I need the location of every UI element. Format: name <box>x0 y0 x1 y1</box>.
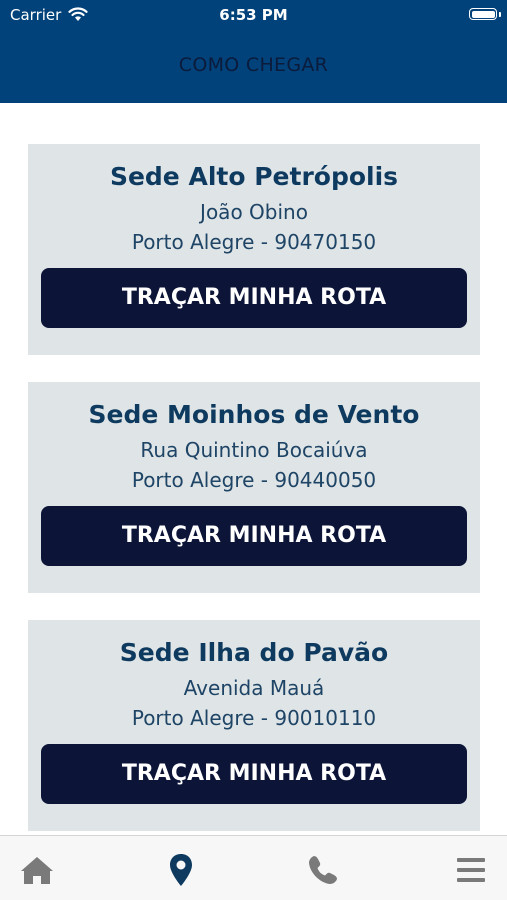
menu-icon <box>457 858 485 882</box>
route-button[interactable]: TRAÇAR MINHA ROTA <box>41 268 467 328</box>
battery-icon <box>469 8 497 20</box>
map-pin-icon <box>170 854 192 886</box>
app-header: Carrier 6:53 PM COMO CHEGAR <box>0 0 507 103</box>
phone-icon <box>309 856 337 884</box>
locations-list[interactable]: Sede Alto Petrópolis João Obino Porto Al… <box>0 103 507 835</box>
page-title: COMO CHEGAR <box>178 54 329 76</box>
location-city-zip: Porto Alegre - 90470150 <box>131 230 377 254</box>
tab-menu[interactable] <box>451 850 491 890</box>
location-card: Sede Moinhos de Vento Rua Quintino Bocai… <box>28 382 480 593</box>
status-time: 6:53 PM <box>219 6 288 24</box>
location-address: João Obino <box>200 200 308 224</box>
location-address: Rua Quintino Bocaiúva <box>140 438 368 462</box>
location-card: Sede Alto Petrópolis João Obino Porto Al… <box>28 144 480 355</box>
location-city-zip: Porto Alegre - 90010110 <box>131 706 377 730</box>
location-city-zip: Porto Alegre - 90440050 <box>131 468 377 492</box>
location-address: Avenida Mauá <box>183 676 325 700</box>
location-name: Sede Moinhos de Vento <box>88 400 420 429</box>
tab-location[interactable] <box>161 850 201 890</box>
home-icon <box>21 857 53 884</box>
location-name: Sede Ilha do Pavão <box>119 638 389 667</box>
route-button[interactable]: TRAÇAR MINHA ROTA <box>41 506 467 566</box>
tab-home[interactable] <box>17 850 57 890</box>
location-card: Sede Ilha do Pavão Avenida Mauá Porto Al… <box>28 620 480 831</box>
location-name: Sede Alto Petrópolis <box>109 162 399 191</box>
battery-tip <box>499 12 501 17</box>
status-bar: Carrier 6:53 PM <box>0 0 507 30</box>
tab-bar <box>0 835 507 900</box>
tab-phone[interactable] <box>303 850 343 890</box>
route-button[interactable]: TRAÇAR MINHA ROTA <box>41 744 467 804</box>
